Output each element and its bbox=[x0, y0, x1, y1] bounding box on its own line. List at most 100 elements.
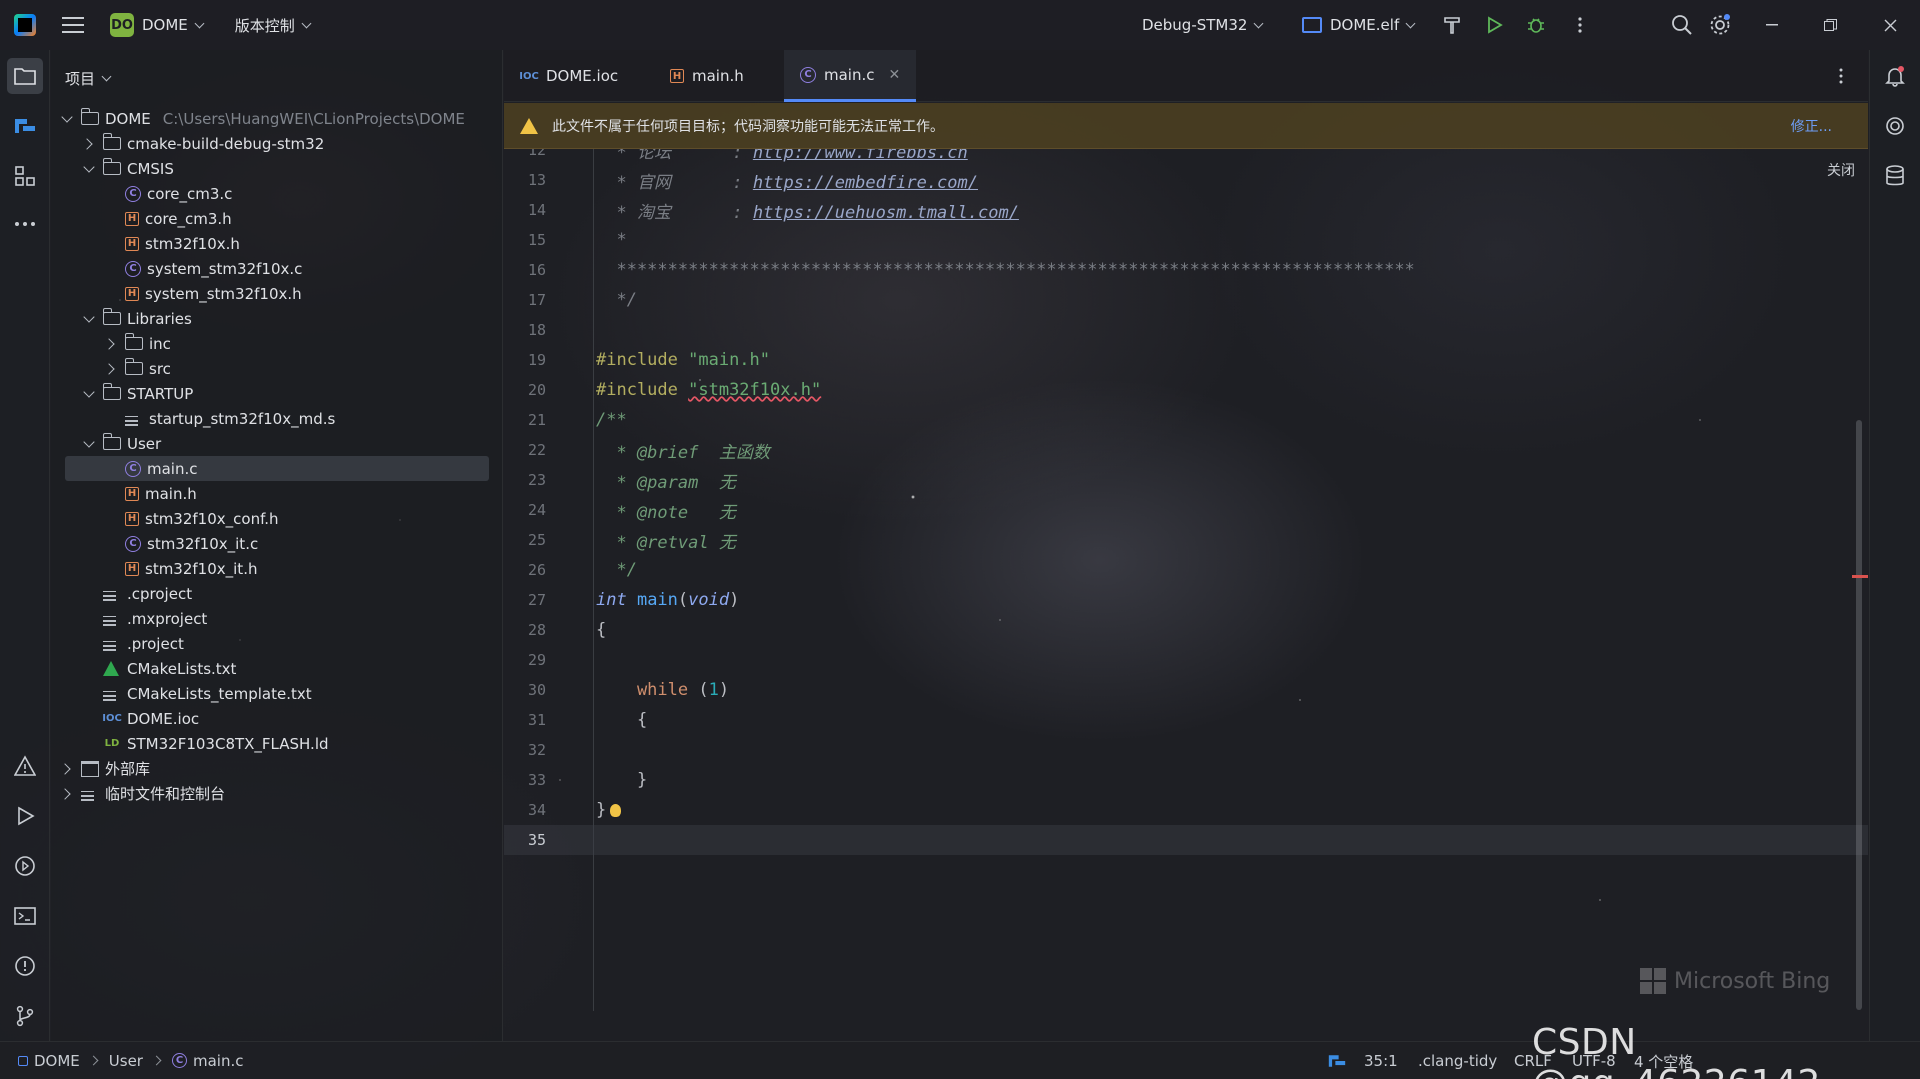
tree-item[interactable]: Hmain.h bbox=[51, 481, 503, 506]
tree-item[interactable]: Hsystem_stm32f10x.h bbox=[51, 281, 503, 306]
cmake-tool-icon[interactable] bbox=[11, 112, 39, 140]
more-vertical-icon[interactable] bbox=[1568, 13, 1592, 37]
chevron-right-icon[interactable] bbox=[103, 336, 119, 352]
lightbulb-icon[interactable] bbox=[610, 804, 622, 817]
linter-status[interactable]: .clang-tidy bbox=[1418, 1042, 1497, 1079]
notifications-bell-icon[interactable] bbox=[1881, 62, 1909, 90]
tree-item[interactable]: Cmain.c bbox=[65, 456, 489, 481]
terminal-icon[interactable] bbox=[11, 902, 39, 930]
breadcrumb-file[interactable]: main.c bbox=[193, 1052, 244, 1070]
settings-gear-icon[interactable] bbox=[1708, 13, 1732, 37]
code-line[interactable]: 34} bbox=[504, 795, 1868, 825]
code-line[interactable]: 32 bbox=[504, 735, 1868, 765]
tree-item[interactable]: cmake-build-debug-stm32 bbox=[51, 131, 503, 156]
code-line[interactable]: 25 * @retval 无 bbox=[504, 525, 1868, 555]
warning-triangle-icon[interactable] bbox=[11, 752, 39, 780]
caret-position[interactable]: 35:1 bbox=[1364, 1042, 1398, 1079]
tree-item[interactable]: User bbox=[51, 431, 503, 456]
search-icon[interactable] bbox=[1670, 13, 1694, 37]
git-branch-icon[interactable] bbox=[11, 1002, 39, 1030]
chevron-right-icon[interactable] bbox=[59, 761, 75, 777]
run-icon[interactable] bbox=[1482, 13, 1506, 37]
chevron-down-icon[interactable] bbox=[59, 111, 75, 127]
debug-bug-icon[interactable] bbox=[1524, 13, 1548, 37]
code-line[interactable]: 30 while (1) bbox=[504, 675, 1868, 705]
code-line[interactable]: 12 * 论坛 : http://www.firebbs.cn bbox=[504, 149, 1868, 165]
error-stripe-mark[interactable] bbox=[1852, 575, 1868, 578]
tree-item[interactable]: startup_stm32f10x_md.s bbox=[51, 406, 503, 431]
tree-item[interactable]: Cstm32f10x_it.c bbox=[51, 531, 503, 556]
project-switcher[interactable]: DOME bbox=[134, 0, 205, 50]
code-line[interactable]: 15 * bbox=[504, 225, 1868, 255]
problems-icon[interactable] bbox=[11, 952, 39, 980]
chevron-right-icon[interactable] bbox=[59, 786, 75, 802]
tree-item[interactable]: Csystem_stm32f10x.c bbox=[51, 256, 503, 281]
structure-icon[interactable] bbox=[11, 162, 39, 190]
tree-item[interactable]: Hstm32f10x_conf.h bbox=[51, 506, 503, 531]
cmake-status-icon[interactable] bbox=[1326, 1042, 1348, 1079]
tree-item[interactable]: LD STM32F103C8TX_FLASH.ld bbox=[51, 731, 503, 756]
code-editor[interactable]: 12 * 论坛 : http://www.firebbs.cn 13 * 官网 :… bbox=[504, 149, 1868, 1011]
minimize-icon[interactable] bbox=[1744, 0, 1800, 50]
tree-item[interactable]: CMakeLists.txt bbox=[51, 656, 503, 681]
code-line[interactable]: 29 bbox=[504, 645, 1868, 675]
editor-scrollbar[interactable] bbox=[1856, 420, 1862, 1010]
chevron-right-icon[interactable] bbox=[81, 136, 97, 152]
code-line[interactable]: 14 * 淘宝 : https://uehuosm.tmall.com/ bbox=[504, 195, 1868, 225]
code-line[interactable]: 19 #include "main.h" bbox=[504, 345, 1868, 375]
project-panel-header[interactable]: 项目 bbox=[65, 68, 112, 89]
chevron-down-icon[interactable] bbox=[81, 161, 97, 177]
ai-assistant-icon[interactable] bbox=[1881, 112, 1909, 140]
tab-main-c[interactable]: C main.c ✕ bbox=[784, 50, 917, 102]
tree-item[interactable]: Hcore_cm3.h bbox=[51, 206, 503, 231]
code-line[interactable]: 26 */ bbox=[504, 555, 1868, 585]
vcs-menu[interactable]: 版本控制 bbox=[227, 0, 312, 50]
code-line[interactable]: 31 { bbox=[504, 705, 1868, 735]
tree-item[interactable]: Libraries bbox=[51, 306, 503, 331]
tree-item[interactable]: .mxproject bbox=[51, 606, 503, 631]
chevron-down-icon[interactable] bbox=[81, 311, 97, 327]
code-line[interactable]: 28 { bbox=[504, 615, 1868, 645]
tabs-more-icon[interactable] bbox=[1838, 50, 1844, 102]
project-tool-folder-icon[interactable] bbox=[7, 58, 43, 94]
database-icon[interactable] bbox=[1881, 162, 1909, 190]
run-tool-icon[interactable] bbox=[11, 802, 39, 830]
tree-item[interactable]: 临时文件和控制台 bbox=[51, 781, 503, 806]
code-line[interactable]: 22 * @brief 主函数 bbox=[504, 435, 1868, 465]
more-tools-icon[interactable] bbox=[11, 210, 39, 238]
tab-dome-ioc[interactable]: IOC DOME.ioc bbox=[519, 50, 618, 102]
tree-item[interactable]: CMakeLists_template.txt bbox=[51, 681, 503, 706]
code-line[interactable]: 20 #include "stm32f10x.h" bbox=[504, 375, 1868, 405]
code-line[interactable]: 21 /** bbox=[504, 405, 1868, 435]
tree-item[interactable]: CMSIS bbox=[51, 156, 503, 181]
code-line[interactable]: 27 int main(void) bbox=[504, 585, 1868, 615]
tree-item[interactable]: DOME C:\Users\HuangWEI\CLionProjects\DOME bbox=[51, 106, 503, 131]
code-line[interactable]: 16 *************************************… bbox=[504, 255, 1868, 285]
project-badge[interactable]: DO bbox=[110, 13, 134, 37]
restore-icon[interactable] bbox=[1802, 0, 1858, 50]
tree-item[interactable]: Hstm32f10x.h bbox=[51, 231, 503, 256]
chevron-down-icon[interactable] bbox=[81, 436, 97, 452]
breadcrumb-folder[interactable]: User bbox=[109, 1052, 143, 1070]
close-window-icon[interactable] bbox=[1862, 0, 1918, 50]
code-line[interactable]: 35 bbox=[504, 825, 1868, 855]
code-line[interactable]: 17 */ bbox=[504, 285, 1868, 315]
chevron-down-icon[interactable] bbox=[81, 386, 97, 402]
tree-item[interactable]: .project bbox=[51, 631, 503, 656]
code-line[interactable]: 18 bbox=[504, 315, 1868, 345]
banner-fix-link[interactable]: 修正... bbox=[1791, 116, 1832, 136]
services-icon[interactable] bbox=[11, 852, 39, 880]
target-selector[interactable]: DOME.elf bbox=[1302, 0, 1416, 50]
code-line[interactable]: 13 * 官网 : https://embedfire.com/ bbox=[504, 165, 1868, 195]
tree-item[interactable]: .cproject bbox=[51, 581, 503, 606]
code-line[interactable]: 24 * @note 无 bbox=[504, 495, 1868, 525]
tree-item[interactable]: 外部库 bbox=[51, 756, 503, 781]
tree-item[interactable]: src bbox=[51, 356, 503, 381]
chevron-right-icon[interactable] bbox=[103, 361, 119, 377]
close-tab-icon[interactable]: ✕ bbox=[889, 67, 901, 83]
tree-item[interactable]: STARTUP bbox=[51, 381, 503, 406]
tree-item[interactable]: Ccore_cm3.c bbox=[51, 181, 503, 206]
code-line[interactable]: 33 } bbox=[504, 765, 1868, 795]
tree-item[interactable]: inc bbox=[51, 331, 503, 356]
main-menu-icon[interactable] bbox=[62, 17, 84, 33]
